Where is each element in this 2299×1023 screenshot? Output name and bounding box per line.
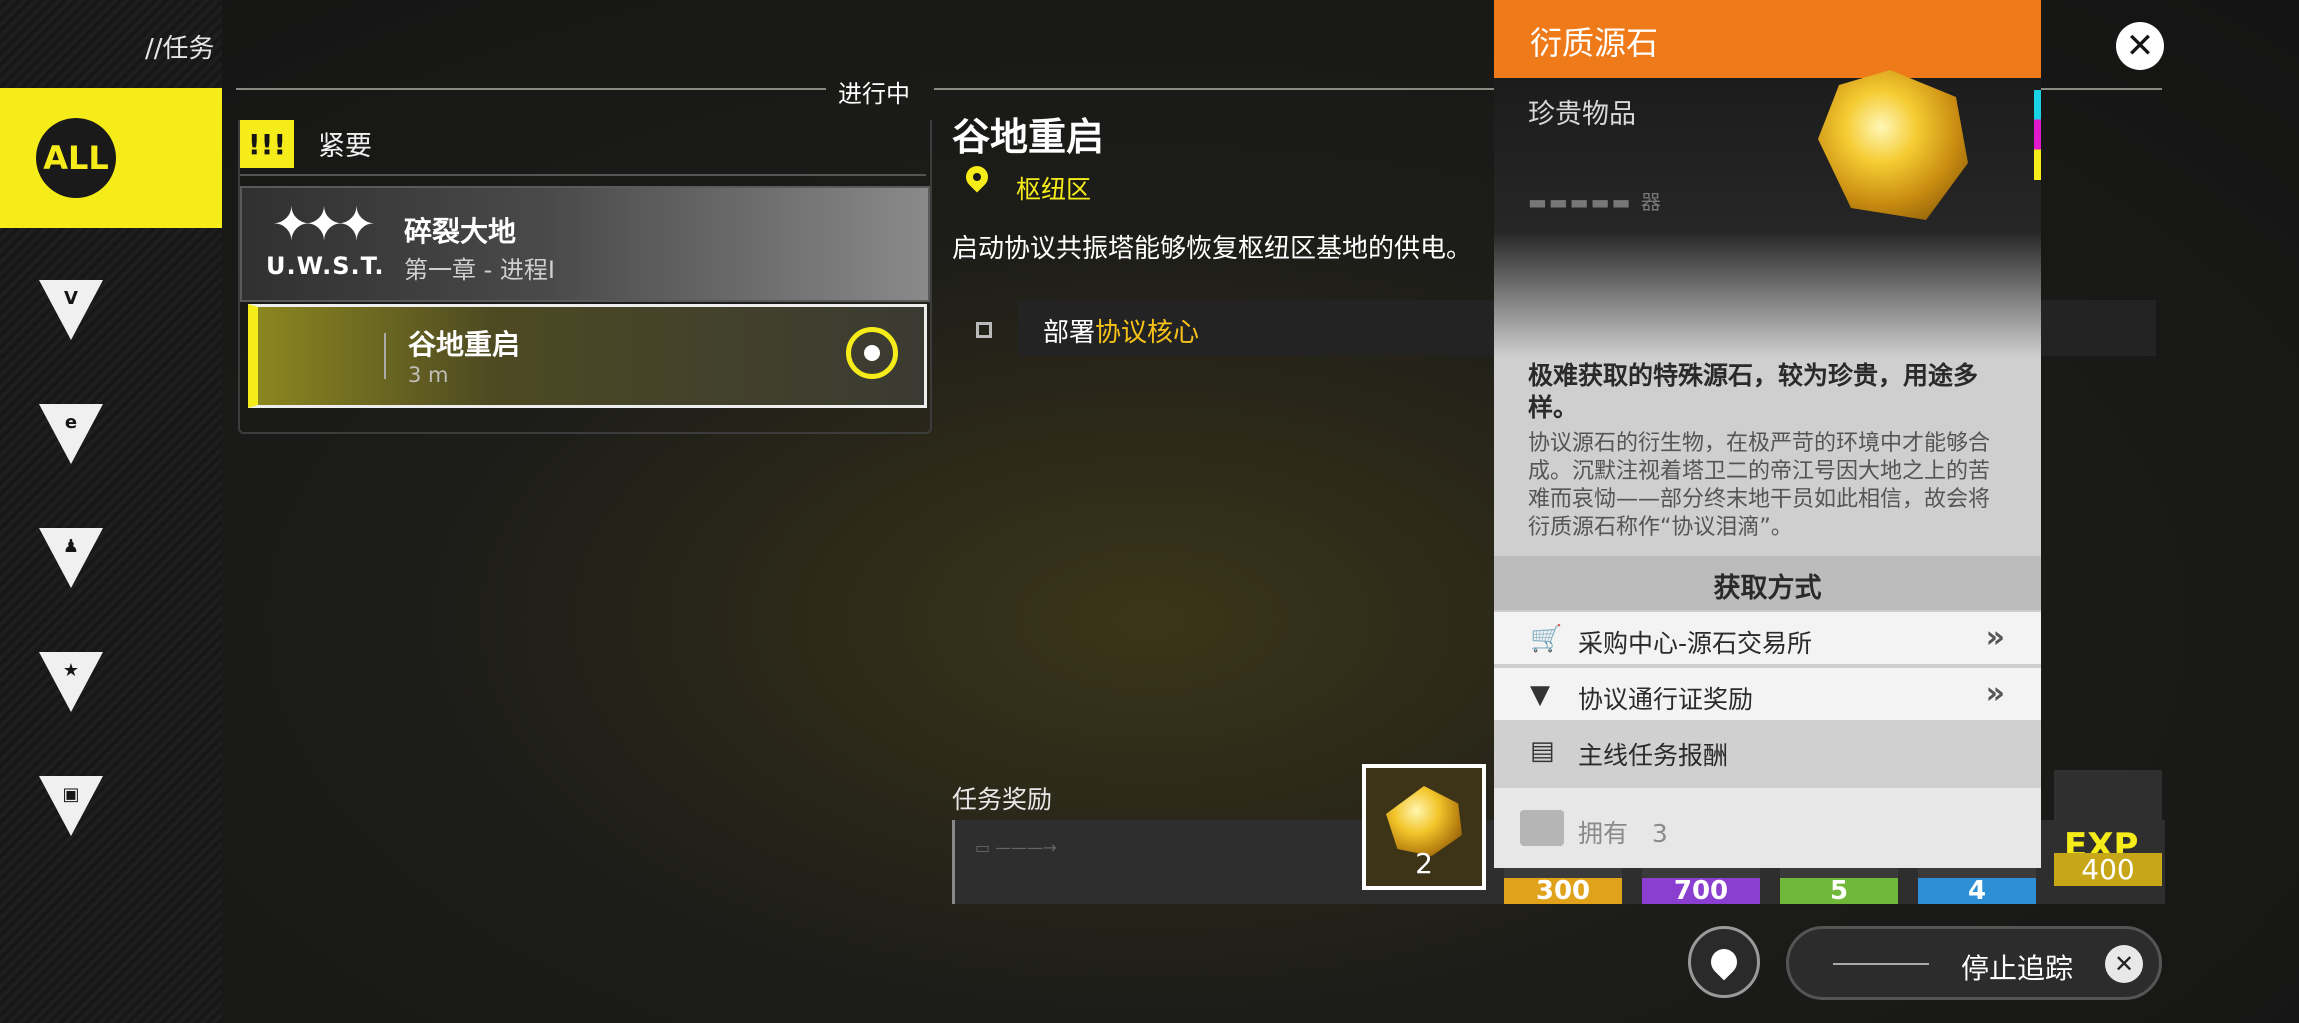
category-sidebar: ALL V e ♟ ★ ▣ <box>0 0 222 1023</box>
category-person-tab[interactable]: ♟ <box>0 498 222 618</box>
divider <box>240 174 926 176</box>
item-detail-popup: 衍质源石 珍贵物品 ▬▬▬▬▬ 器 极难获取的特殊源石，较为珍贵，用途多样。 协… <box>1494 0 2041 868</box>
originium-gem-icon <box>1386 786 1462 856</box>
quest-distance: 3 m <box>408 363 449 387</box>
source-main-mission: ▤ 主线任务报酬 <box>1494 724 2041 776</box>
reward-item-selected[interactable]: 2 <box>1362 764 1486 890</box>
mission-icon: ▤ <box>1530 736 1555 766</box>
all-badge: ALL <box>36 118 116 198</box>
box-icon: ▣ <box>39 776 103 836</box>
breadcrumb: //任务 <box>145 34 215 64</box>
category-box-tab[interactable]: ▣ <box>0 746 222 866</box>
reward-count: 2 <box>1415 847 1433 880</box>
chevron-right-icon: » <box>1985 676 2005 711</box>
stop-tracking-button[interactable]: 停止追踪 ✕ <box>1786 926 2162 1000</box>
inventory-bag-icon <box>1520 810 1564 846</box>
endfield-icon: V <box>39 280 103 340</box>
rewards-label: 任务奖励 <box>952 785 1053 814</box>
category-all-tab[interactable]: ALL <box>0 88 222 228</box>
tab-in-progress[interactable]: 进行中 <box>838 74 910 109</box>
star-icon: ★ <box>39 652 103 712</box>
close-icon: ✕ <box>2105 945 2143 983</box>
rarity-color-bars <box>2034 90 2041 180</box>
owned-count: 拥有 3 <box>1578 819 1668 848</box>
chevron-right-icon: » <box>1985 620 2005 655</box>
close-icon[interactable]: ✕ <box>2116 22 2164 70</box>
section-label: 紧要 <box>318 131 372 162</box>
category-star-tab[interactable]: ★ <box>0 622 222 742</box>
reward-exp[interactable]: EXP 400 <box>2054 770 2162 886</box>
quest-card-valley-restart[interactable]: 谷地重启 3 m <box>248 304 927 408</box>
acquire-header: 获取方式 <box>1713 573 1822 604</box>
divider <box>1833 963 1929 965</box>
quest-location[interactable]: 枢纽区 <box>1016 170 1091 206</box>
category-endfield-tab[interactable]: V <box>0 250 222 370</box>
quest-title: 碎裂大地 <box>404 215 517 248</box>
location-pin-icon <box>961 161 993 193</box>
supply-box-icon: ▭ ———→ <box>975 838 1057 857</box>
item-rarity: 珍贵物品 <box>1528 99 1636 130</box>
divider <box>384 333 386 379</box>
quest-title: 谷地重启 <box>408 328 521 361</box>
owned-row: 拥有 3 <box>1494 788 2041 868</box>
source-protocol-pass[interactable]: ▼ 协议通行证奖励 » <box>1494 668 2041 720</box>
quest-subtitle: 第一章 - 进程I <box>404 256 555 284</box>
objective-checkbox-icon <box>976 322 992 338</box>
quest-detail-title: 谷地重启 <box>952 115 1105 159</box>
divider <box>236 88 826 90</box>
map-locate-button[interactable] <box>1688 926 1760 998</box>
urgent-icon: !!! <box>240 120 294 168</box>
source-trade-center[interactable]: 🛒 采购中心-源石交易所 » <box>1494 612 2041 664</box>
map-pin-icon <box>1705 943 1743 981</box>
tracking-target-icon[interactable] <box>846 327 898 379</box>
pass-icon: ▼ <box>1530 680 1550 710</box>
item-code-mark: ▬▬▬▬▬ 器 <box>1528 190 1663 214</box>
cart-icon: 🛒 <box>1530 624 1563 654</box>
uwst-logo: ✦✦✦ U.W.S.T. <box>266 197 385 280</box>
item-description: 极难获取的特殊源石，较为珍贵，用途多样。 <box>1528 361 1979 422</box>
quest-card-fractured-earth[interactable]: ✦✦✦ U.W.S.T. 碎裂大地 第一章 - 进程I <box>240 186 930 302</box>
item-lore: 协议源石的衍生物，在极严苛的环境中才能够合成。沉默注视着塔卫二的帝江号因大地之上… <box>1528 431 1991 540</box>
item-name: 衍质源石 <box>1530 24 1659 62</box>
objective-text: 部署协议核心 <box>1043 318 1200 348</box>
category-e-tab[interactable]: e <box>0 374 222 494</box>
e-category-icon: e <box>39 404 103 464</box>
quest-description: 启动协议共振塔能够恢复枢纽区基地的供电。 <box>952 234 1473 264</box>
exp-count: 400 <box>2054 853 2162 886</box>
person-icon: ♟ <box>39 528 103 588</box>
stop-tracking-label: 停止追踪 <box>1961 952 2074 985</box>
